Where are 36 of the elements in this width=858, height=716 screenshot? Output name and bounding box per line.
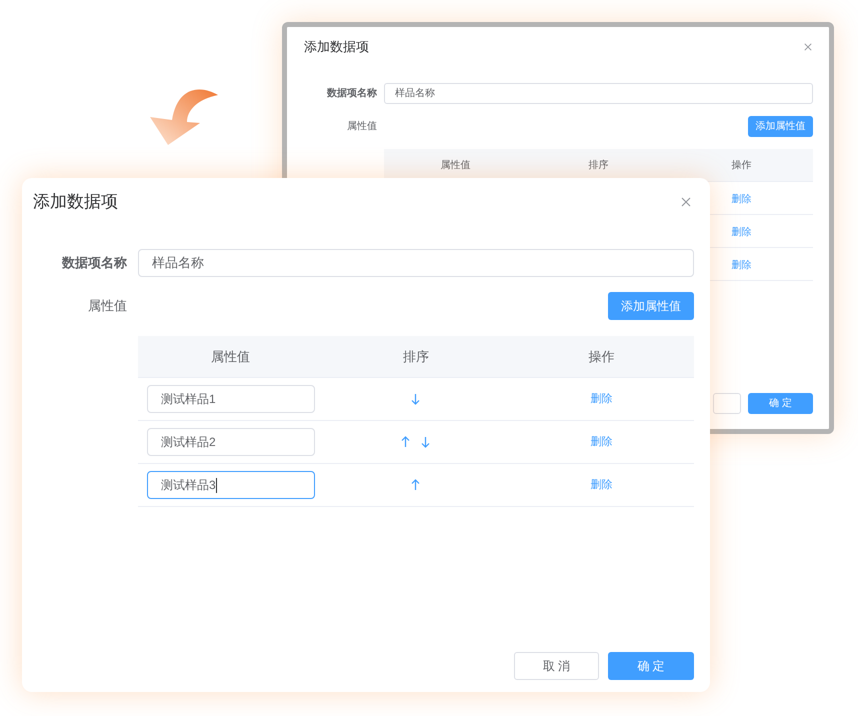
confirm-button[interactable]: 确 定	[748, 393, 813, 414]
dialog-title: 添加数据项	[304, 38, 369, 56]
column-header: 属性值	[211, 348, 250, 366]
column-header: 排序	[588, 158, 608, 172]
arrow-up-icon[interactable]	[411, 479, 420, 491]
partial-button[interactable]	[713, 393, 741, 414]
name-field[interactable]: 样品名称	[384, 83, 813, 104]
delete-link[interactable]: 删除	[732, 227, 752, 238]
add-attribute-button[interactable]: 添加属性值	[608, 292, 694, 320]
delete-link[interactable]: 删除	[732, 260, 752, 271]
dialog-title: 添加数据项	[33, 191, 118, 214]
attribute-value-field[interactable]: 测试样品1	[147, 385, 315, 413]
arrow-down-icon[interactable]	[411, 393, 420, 405]
arrow-down-icon[interactable]	[421, 436, 430, 448]
delete-link[interactable]: 删除	[590, 434, 612, 450]
field-label: 数据项名称	[326, 86, 378, 101]
delete-link[interactable]: 删除	[590, 390, 612, 408]
field-label: 属性值	[346, 120, 378, 134]
field-label: 属性值	[87, 297, 128, 316]
column-header: 排序	[402, 348, 429, 366]
confirm-button[interactable]: 确 定	[608, 652, 694, 680]
close-icon[interactable]	[681, 197, 691, 207]
column-header: 操作	[588, 348, 614, 366]
attribute-value-field[interactable]: 测试样品3	[147, 471, 315, 499]
field-label: 数据项名称	[60, 254, 128, 272]
close-icon[interactable]	[804, 43, 812, 51]
text-cursor	[216, 478, 217, 492]
cancel-button[interactable]: 取 消	[514, 652, 599, 680]
column-header: 操作	[732, 158, 752, 172]
delete-link[interactable]: 删除	[590, 476, 612, 494]
add-attribute-button[interactable]: 添加属性值	[748, 116, 813, 137]
name-field[interactable]: 样品名称	[138, 249, 694, 277]
arrow-up-icon[interactable]	[401, 436, 410, 448]
attribute-value-field[interactable]: 测试样品2	[147, 428, 315, 456]
delete-link[interactable]: 删除	[732, 194, 752, 205]
column-header: 属性值	[440, 158, 470, 172]
